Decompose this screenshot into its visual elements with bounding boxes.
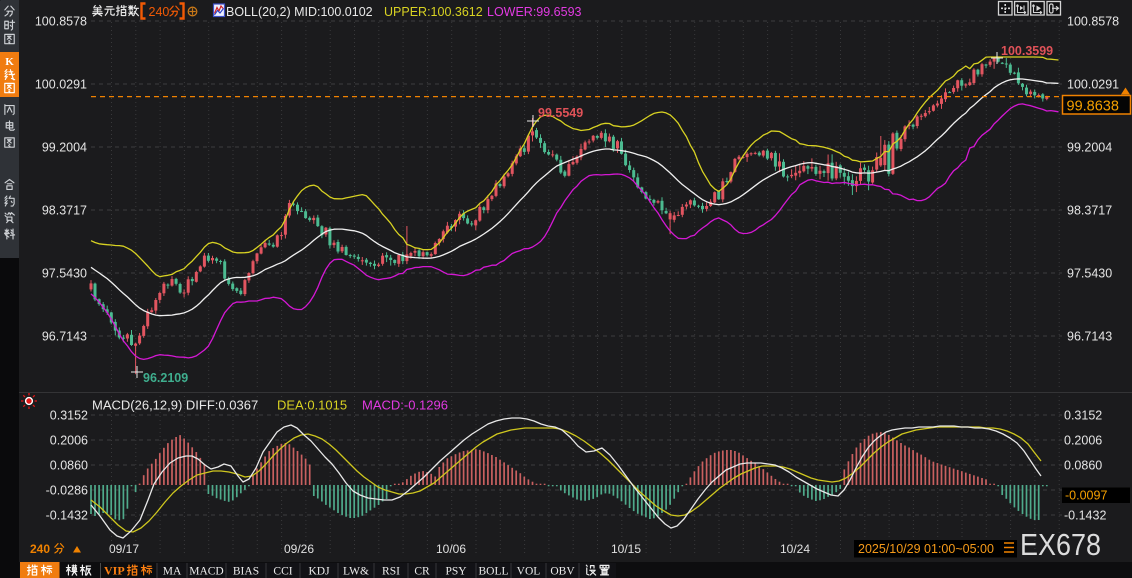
svg-text:CCI: CCI <box>273 566 292 578</box>
svg-text:97.5430: 97.5430 <box>42 267 87 281</box>
svg-text:0.3152: 0.3152 <box>1064 409 1102 423</box>
svg-text:K: K <box>5 56 14 68</box>
svg-text:0.0860: 0.0860 <box>1064 459 1102 473</box>
svg-text:BOLL: BOLL <box>478 566 508 578</box>
svg-text:0.2006: 0.2006 <box>1064 434 1102 448</box>
svg-text:100.0291: 100.0291 <box>35 78 87 92</box>
svg-text:LOWER:99.6593: LOWER:99.6593 <box>487 5 582 19</box>
svg-text:09/17: 09/17 <box>109 542 139 556</box>
svg-text:0.2006: 0.2006 <box>50 434 88 448</box>
svg-text:09/26: 09/26 <box>284 542 314 556</box>
svg-text:100.0291: 100.0291 <box>1067 78 1119 92</box>
svg-text:10/24: 10/24 <box>780 542 810 556</box>
svg-text:99.2004: 99.2004 <box>1067 141 1112 155</box>
svg-text:0.3152: 0.3152 <box>50 409 88 423</box>
svg-text:MACD:-0.1296: MACD:-0.1296 <box>362 398 448 413</box>
svg-text:99.8638: 99.8638 <box>1067 99 1119 115</box>
svg-text:UPPER:100.3612: UPPER:100.3612 <box>384 5 483 19</box>
svg-text:PSY: PSY <box>445 566 467 578</box>
svg-text:VOL: VOL <box>517 566 541 578</box>
svg-text:-0.1432: -0.1432 <box>1064 509 1106 523</box>
svg-text:96.7143: 96.7143 <box>42 330 87 344</box>
svg-text:96.7143: 96.7143 <box>1067 330 1112 344</box>
svg-text:EX678: EX678 <box>1020 527 1101 562</box>
svg-text:-0.1432: -0.1432 <box>46 509 88 523</box>
svg-text:240: 240 <box>149 5 170 19</box>
svg-text:10/06: 10/06 <box>436 542 466 556</box>
svg-text:10/15: 10/15 <box>611 542 641 556</box>
svg-text:VIP: VIP <box>104 564 125 578</box>
svg-text:96.2109: 96.2109 <box>143 371 188 385</box>
svg-text:240: 240 <box>30 542 50 556</box>
svg-text:-0.0286: -0.0286 <box>46 484 88 498</box>
svg-text:100.8578: 100.8578 <box>1067 15 1119 29</box>
svg-text:OBV: OBV <box>550 566 575 578</box>
svg-text:RSI: RSI <box>382 566 400 578</box>
svg-text:BIAS: BIAS <box>233 566 259 578</box>
svg-text:BOLL(20,2) MID:100.0102: BOLL(20,2) MID:100.0102 <box>226 5 373 19</box>
svg-text:99.2004: 99.2004 <box>42 141 87 155</box>
svg-text:KDJ: KDJ <box>308 566 330 578</box>
svg-text:MACD: MACD <box>189 566 224 578</box>
svg-text:100.3599: 100.3599 <box>1001 44 1053 58</box>
svg-text:97.5430: 97.5430 <box>1067 267 1112 281</box>
svg-text:0.0860: 0.0860 <box>50 459 88 473</box>
svg-text:DEA:0.1015: DEA:0.1015 <box>277 398 347 413</box>
svg-text:100.8578: 100.8578 <box>35 15 87 29</box>
svg-text:MACD(26,12,9) DIFF:0.0367: MACD(26,12,9) DIFF:0.0367 <box>92 398 258 413</box>
svg-text:MA: MA <box>163 566 182 578</box>
svg-text:-0.0097: -0.0097 <box>1065 489 1107 503</box>
svg-text:CR: CR <box>414 566 430 578</box>
svg-text:98.3717: 98.3717 <box>42 204 87 218</box>
svg-text:98.3717: 98.3717 <box>1067 204 1112 218</box>
svg-text:LW&: LW& <box>343 566 369 578</box>
svg-text:99.5549: 99.5549 <box>538 106 583 120</box>
svg-text:2025/10/29 01:00~05:00: 2025/10/29 01:00~05:00 <box>858 542 994 556</box>
